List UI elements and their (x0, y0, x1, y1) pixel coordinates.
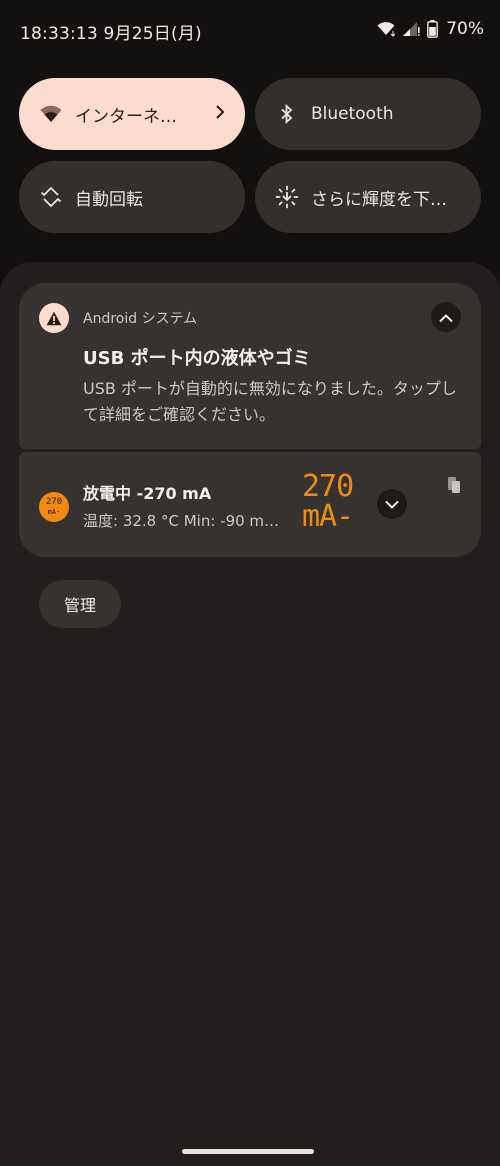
current-large-value: 270 (302, 469, 354, 504)
tile-internet-label: インターネ… (75, 106, 177, 127)
notification-title: 放電中 -270 mA (83, 484, 212, 503)
tile-internet[interactable]: インターネ… (19, 78, 245, 150)
expand-button[interactable] (377, 489, 407, 519)
tile-extra-dim[interactable]: さらに輝度を下… (255, 161, 481, 233)
tile-extra-dim-label: さらに輝度を下… (311, 189, 447, 210)
tile-bluetooth[interactable]: Bluetooth (255, 78, 481, 150)
status-bar: 18:33:13 9月25日(月) 70% (0, 0, 500, 60)
tile-bluetooth-label: Bluetooth (311, 104, 394, 124)
signal-icon (401, 21, 421, 37)
current-large-unit: mA- (302, 499, 354, 534)
notification-app-name: Android システム (83, 311, 198, 327)
chevron-up-icon (438, 308, 454, 327)
tile-auto-rotate-label: 自動回転 (75, 189, 143, 210)
notification-subtitle: 温度: 32.8 °C Min: -90 m… (83, 512, 280, 530)
chevron-right-icon[interactable] (215, 104, 225, 124)
wifi-icon (39, 102, 63, 126)
status-icons: 70% (377, 17, 484, 41)
warning-icon (39, 303, 69, 333)
home-gesture-bar[interactable] (182, 1149, 314, 1154)
battery-percent: 70% (446, 19, 484, 39)
notification-body: USB ポートが自動的に無効になりました。タップして詳細をご確認ください。 (83, 379, 457, 424)
current-icon-value: 270 (45, 497, 63, 507)
current-large-readout: 270 mA- (302, 469, 354, 534)
status-time: 18:33:13 9月25日(月) (20, 24, 202, 44)
auto-rotate-icon (39, 185, 63, 209)
extra-dim-icon (275, 185, 299, 209)
battery-icon (427, 20, 439, 38)
notification-usb-port[interactable]: Android システム USB ポート内の液体やゴミ USB ポートが自動的に… (19, 283, 481, 449)
notification-battery-current[interactable]: 270 mA- 放電中 -270 mA 温度: 32.8 °C Min: -90… (19, 452, 481, 557)
tile-auto-rotate[interactable]: 自動回転 (19, 161, 245, 233)
phone-icon (447, 476, 461, 498)
current-icon-unit: mA- (47, 508, 61, 516)
bluetooth-icon (275, 102, 299, 126)
notification-title: USB ポート内の液体やゴミ (83, 348, 311, 369)
current-meter-icon: 270 mA- (39, 492, 69, 522)
chevron-down-icon (384, 495, 400, 514)
collapse-button[interactable] (431, 302, 461, 332)
manage-button[interactable]: 管理 (39, 580, 121, 628)
wifi-icon (377, 21, 396, 37)
